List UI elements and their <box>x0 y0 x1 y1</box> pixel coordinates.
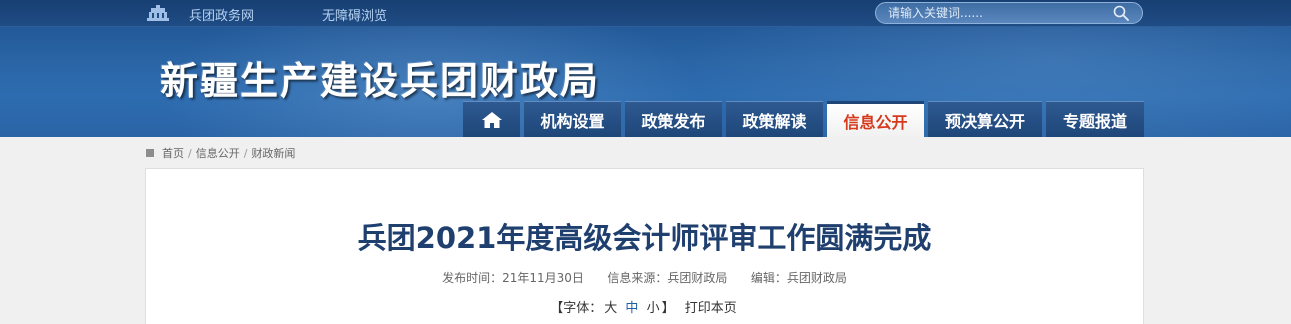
print-page-button[interactable]: 打印本页 <box>685 301 737 316</box>
breadcrumb-info-disclosure[interactable]: 信息公开 <box>196 145 240 161</box>
search-input[interactable] <box>888 5 1108 21</box>
accessibility-link[interactable]: 无障碍浏览 <box>322 5 387 24</box>
home-icon <box>481 111 502 128</box>
font-medium-button[interactable]: 中 <box>625 301 638 316</box>
font-size-bracket: 】 <box>661 301 675 316</box>
breadcrumb-separator: / <box>243 146 248 160</box>
nav-tab-policy-release[interactable]: 政策发布 <box>625 101 722 137</box>
editor: 编辑：兵团财政局 <box>750 271 847 285</box>
breadcrumb-finance-news[interactable]: 财政新闻 <box>251 145 295 161</box>
site-header: 兵团政务网 无障碍浏览 新疆生产建设兵团财政局 机构设置 政策发布 政策解读 信… <box>0 0 1291 137</box>
nav-tab-information-disclosure[interactable]: 信息公开 <box>827 101 924 137</box>
gov-building-icon <box>147 5 169 21</box>
font-large-button[interactable]: 大 <box>604 301 617 316</box>
breadcrumb: 首页 / 信息公开 / 财政新闻 <box>146 145 295 161</box>
breadcrumb-home[interactable]: 首页 <box>162 145 184 161</box>
article-panel: 兵团2021年度高级会计师评审工作圆满完成 发布时间：21年11月30日 信息来… <box>145 168 1144 324</box>
info-source: 信息来源：兵团财政局 <box>607 271 728 285</box>
nav-tab-policy-interpretation[interactable]: 政策解读 <box>726 101 823 137</box>
search-box <box>875 2 1143 24</box>
search-icon[interactable] <box>1112 4 1130 22</box>
gov-portal-link[interactable]: 兵团政务网 <box>189 5 254 24</box>
article-meta: 发布时间：21年11月30日 信息来源：兵团财政局 编辑：兵团财政局 <box>146 269 1143 286</box>
font-small-button[interactable]: 小 <box>647 301 660 316</box>
article-title: 兵团2021年度高级会计师评审工作圆满完成 <box>357 221 932 255</box>
nav-tab-budget-disclosure[interactable]: 预决算公开 <box>928 101 1042 137</box>
nav-tab-special-reports[interactable]: 专题报道 <box>1046 101 1144 137</box>
font-size-label: 【字体： <box>550 301 603 316</box>
main-nav: 机构设置 政策发布 政策解读 信息公开 预决算公开 专题报道 <box>463 101 1144 137</box>
nav-tab-organization[interactable]: 机构设置 <box>524 101 621 137</box>
breadcrumb-square-icon <box>146 149 154 157</box>
publish-time: 发布时间：21年11月30日 <box>442 271 584 285</box>
site-title: 新疆生产建设兵团财政局 <box>160 59 601 103</box>
top-bar: 兵团政务网 无障碍浏览 <box>0 0 1291 27</box>
nav-home-tab[interactable] <box>463 101 520 137</box>
article-tools: 【字体：大 中 小】 打印本页 <box>146 297 1143 316</box>
breadcrumb-separator: / <box>188 146 192 160</box>
